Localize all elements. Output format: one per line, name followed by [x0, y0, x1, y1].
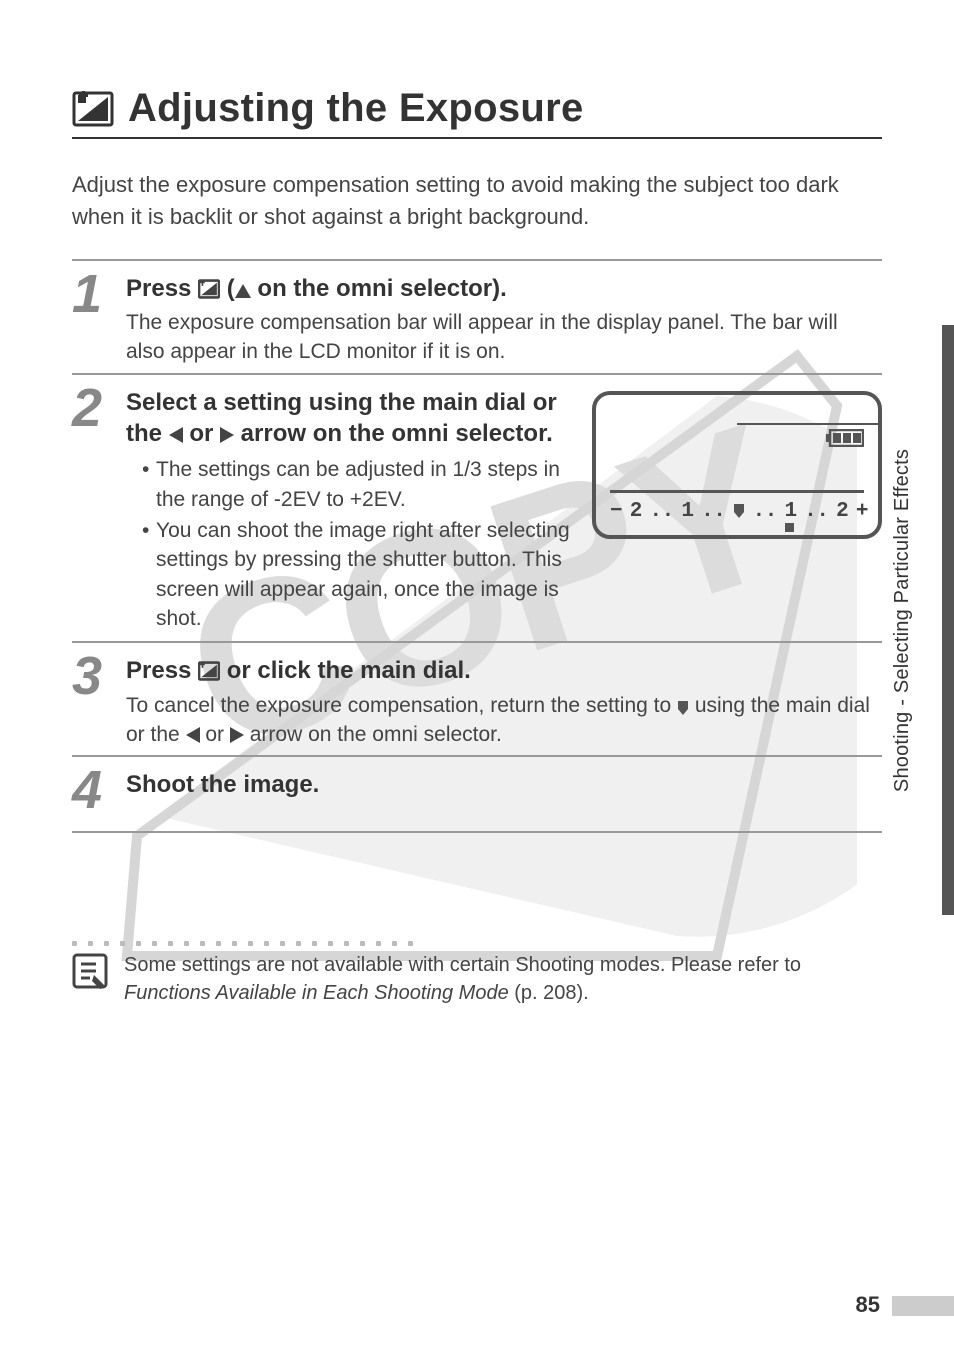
- display-panel-illustration: − 2 .. 1 .. .. 1 .. 2 +: [592, 391, 882, 539]
- current-value-marker: [785, 523, 794, 532]
- step-1-title-suffix: on the omni selector).: [251, 275, 507, 302]
- step-1-title: Press ( on the omni selector).: [126, 273, 882, 304]
- step-number: 3: [72, 649, 112, 749]
- battery-icon: [826, 429, 864, 447]
- scale-minus-sign: −: [610, 500, 622, 523]
- heading-title: Adjusting the Exposure: [128, 86, 584, 131]
- step-number: 4: [72, 763, 112, 817]
- step-2-bullets: The settings can be adjusted in 1/3 step…: [126, 455, 576, 633]
- left-arrow-icon: [169, 427, 183, 443]
- footnote-text: Some settings are not available with cer…: [124, 951, 882, 1007]
- step-2-title-line2b: or: [183, 420, 220, 447]
- footnote: Some settings are not available with cer…: [72, 951, 882, 1007]
- dotted-separator: [72, 933, 442, 941]
- step-3-title-prefix: Press: [126, 657, 198, 684]
- step-4-title: Shoot the image.: [126, 769, 882, 800]
- step-1: 1 Press ( on the omni selector). The exp…: [72, 259, 882, 367]
- step-3-desc: To cancel the exposure compensation, ret…: [126, 691, 882, 750]
- scale-2-left: 2: [630, 500, 642, 523]
- step-2-title-line2a: the: [126, 420, 169, 447]
- right-arrow-icon: [230, 727, 244, 743]
- step-1-title-prefix: Press: [126, 275, 198, 302]
- left-arrow-icon: [186, 727, 200, 743]
- exposure-comp-icon: [72, 91, 114, 127]
- step-1-desc: The exposure compensation bar will appea…: [126, 308, 882, 367]
- side-tab-bar: [942, 325, 954, 915]
- panel-top-line: [737, 423, 878, 426]
- scale-center-marker-icon: [733, 504, 745, 518]
- bullet-item: The settings can be adjusted in 1/3 step…: [142, 455, 576, 514]
- scale-dots: ..: [804, 500, 828, 523]
- step-2-title-line2c: arrow on the omni selector.: [234, 420, 553, 447]
- step-2-title-line1: Select a setting using the main dial or: [126, 389, 557, 416]
- step-number: 2: [72, 381, 112, 636]
- step-1-title-mid: (: [220, 275, 235, 302]
- exposure-comp-small-icon: [198, 661, 220, 681]
- panel-bot-line: [610, 490, 864, 493]
- scale-1-right-wrap: 1: [784, 500, 796, 523]
- step-3-desc-c: or: [200, 723, 230, 746]
- bullet-item: You can shoot the image right after sele…: [142, 516, 576, 634]
- scale-center-marker-icon: [677, 701, 689, 715]
- step-2-title: Select a setting using the main dial or …: [126, 387, 576, 449]
- right-arrow-icon: [220, 427, 234, 443]
- section-heading: Adjusting the Exposure: [72, 86, 882, 139]
- exposure-scale: − 2 .. 1 .. .. 1 .. 2 +: [610, 500, 868, 523]
- up-arrow-icon: [235, 284, 251, 298]
- step-2: 2 Select a setting using the main dial o…: [72, 373, 882, 636]
- scale-dots: ..: [650, 500, 674, 523]
- section-side-tab: Shooting - Selecting Particular Effects: [894, 325, 954, 915]
- page-number: 85: [856, 1292, 880, 1318]
- scale-1-right: 1: [784, 500, 796, 523]
- scale-2-right: 2: [836, 500, 848, 523]
- side-tab-label: Shooting - Selecting Particular Effects: [891, 448, 914, 791]
- step-3-desc-a: To cancel the exposure compensation, ret…: [126, 694, 677, 717]
- scale-dots: ..: [753, 500, 777, 523]
- page-number-bar: [892, 1296, 954, 1316]
- scale-plus-sign: +: [856, 500, 868, 523]
- step-3-title: Press or click the main dial.: [126, 655, 882, 686]
- step-3-desc-d: arrow on the omni selector.: [244, 723, 502, 746]
- footnote-text-em: Functions Available in Each Shooting Mod…: [124, 982, 509, 1004]
- step-4: 4 Shoot the image.: [72, 755, 882, 833]
- exposure-comp-small-icon: [198, 279, 220, 299]
- note-icon: [72, 953, 108, 989]
- step-3-title-suffix: or click the main dial.: [220, 657, 471, 684]
- scale-1-left: 1: [681, 500, 693, 523]
- footnote-text-b: (p. 208).: [509, 982, 589, 1004]
- scale-dots: ..: [701, 500, 725, 523]
- footnote-text-a: Some settings are not available with cer…: [124, 954, 801, 976]
- step-number: 1: [72, 267, 112, 367]
- step-3: 3 Press or click the main dial. To cance…: [72, 641, 882, 749]
- intro-text: Adjust the exposure compensation setting…: [72, 169, 882, 233]
